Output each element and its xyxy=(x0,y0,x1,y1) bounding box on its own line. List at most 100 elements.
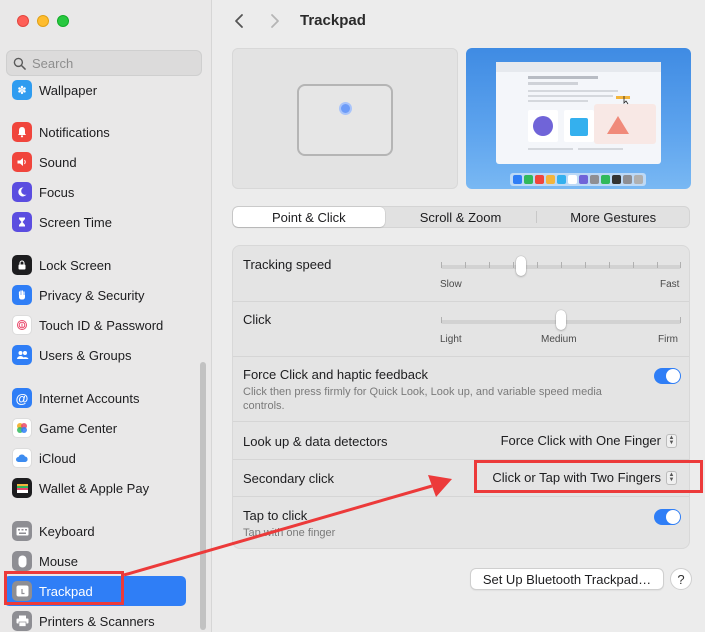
search-icon xyxy=(13,57,26,70)
sidebar-item-notifications[interactable]: Notifications xyxy=(4,117,186,147)
help-button[interactable]: ? xyxy=(670,568,692,590)
force-click-description: Click then press firmly for Quick Look, … xyxy=(243,386,602,412)
sidebar-item-icloud[interactable]: iCloud xyxy=(4,443,186,473)
bell-icon xyxy=(12,122,32,142)
slider-tick xyxy=(633,262,634,268)
moon-icon xyxy=(12,182,32,202)
at-icon: @ xyxy=(12,388,32,408)
slider-tick xyxy=(513,262,514,268)
slider-tick xyxy=(441,317,442,323)
sidebar-item-internet-accounts[interactable]: @ Internet Accounts xyxy=(4,383,186,413)
tap-to-click-label: Tap to click xyxy=(243,508,308,523)
game-center-icon xyxy=(12,418,32,438)
sidebar-item-label: iCloud xyxy=(39,450,76,466)
sidebar-item-users-groups[interactable]: Users & Groups xyxy=(4,340,186,370)
sidebar: ✽ Wallpaper Notifications Sound Focus xyxy=(0,0,212,632)
slider-tick xyxy=(561,262,562,268)
slider-light-label: Light xyxy=(440,334,462,345)
sidebar-list: ✽ Wallpaper Notifications Sound Focus Sc… xyxy=(0,78,200,632)
users-icon xyxy=(12,345,32,365)
divider xyxy=(233,301,689,302)
annotation-highlight-box xyxy=(474,460,703,493)
slider-tick xyxy=(441,262,442,268)
slider-tick xyxy=(585,262,586,268)
hourglass-icon xyxy=(12,212,32,232)
sidebar-item-label: Internet Accounts xyxy=(39,390,140,406)
zoom-window-button[interactable] xyxy=(57,15,69,27)
slider-tick xyxy=(657,262,658,268)
wallet-icon xyxy=(12,478,32,498)
sidebar-item-label: Wallpaper xyxy=(39,82,98,98)
tab-more-gestures[interactable]: More Gestures xyxy=(537,207,689,227)
secondary-click-label: Secondary click xyxy=(243,471,335,486)
tab-scroll-zoom[interactable]: Scroll & Zoom xyxy=(385,207,537,227)
slider-max-label: Fast xyxy=(660,279,680,290)
slider-tick xyxy=(680,262,681,268)
minimize-window-button[interactable] xyxy=(37,15,49,27)
forward-button[interactable] xyxy=(264,10,286,32)
sidebar-item-wallet[interactable]: Wallet & Apple Pay xyxy=(4,473,186,503)
desktop-preview-illustration xyxy=(496,62,661,186)
page-title: Trackpad xyxy=(300,12,366,29)
back-button[interactable] xyxy=(228,10,250,32)
window-controls xyxy=(17,15,69,27)
slider-medium-label: Medium xyxy=(541,334,577,345)
sidebar-item-printers[interactable]: Printers & Scanners xyxy=(4,606,186,632)
close-window-button[interactable] xyxy=(17,15,29,27)
fingerprint-icon xyxy=(12,315,32,335)
tap-to-click-toggle[interactable] xyxy=(654,509,681,525)
keyboard-icon xyxy=(12,521,32,541)
sidebar-item-label: Focus xyxy=(39,184,75,200)
search-input[interactable] xyxy=(32,55,192,71)
slider-tick xyxy=(609,262,610,268)
wallpaper-icon: ✽ xyxy=(12,80,32,100)
sidebar-item-sound[interactable]: Sound xyxy=(4,147,186,177)
sidebar-item-lock-screen[interactable]: Lock Screen xyxy=(4,250,186,280)
tracking-speed-knob[interactable] xyxy=(516,256,526,276)
sidebar-scrollbar[interactable] xyxy=(200,362,206,630)
speaker-icon xyxy=(12,152,32,172)
slider-tick xyxy=(537,262,538,268)
sidebar-item-game-center[interactable]: Game Center xyxy=(4,413,186,443)
slider-firm-label: Firm xyxy=(658,334,678,345)
sidebar-item-touch-id[interactable]: Touch ID & Password xyxy=(4,310,186,340)
look-up-value: Force Click with One Finger xyxy=(500,433,661,448)
slider-tick xyxy=(465,262,466,268)
chevron-right-icon xyxy=(271,14,279,28)
slider-min-label: Slow xyxy=(440,279,462,290)
sidebar-item-label: Sound xyxy=(39,154,77,170)
sidebar-item-screen-time[interactable]: Screen Time xyxy=(4,207,186,237)
search-field[interactable] xyxy=(6,50,202,76)
lock-icon xyxy=(12,255,32,275)
tab-point-click[interactable]: Point & Click xyxy=(233,207,385,227)
force-click-toggle[interactable] xyxy=(654,368,681,384)
trackpad-preview xyxy=(232,48,458,189)
slider-tick xyxy=(489,262,490,268)
slider-tick xyxy=(680,317,681,323)
mouse-icon xyxy=(12,551,32,571)
sidebar-item-label: Privacy & Security xyxy=(39,287,145,303)
sidebar-item-label: Keyboard xyxy=(39,523,95,539)
divider xyxy=(233,496,689,497)
click-label: Click xyxy=(243,312,272,327)
look-up-label: Look up & data detectors xyxy=(243,434,388,449)
click-pressure-knob[interactable] xyxy=(556,310,566,330)
force-click-label: Force Click and haptic feedback xyxy=(243,367,428,382)
sidebar-item-focus[interactable]: Focus xyxy=(4,177,186,207)
setup-bluetooth-trackpad-button[interactable]: Set Up Bluetooth Trackpad… xyxy=(470,568,664,590)
sidebar-item-label: Game Center xyxy=(39,420,118,436)
sidebar-item-label: Notifications xyxy=(39,124,110,140)
chevron-updown-icon: ▲ ▼ xyxy=(666,433,677,448)
sidebar-item-keyboard[interactable]: Keyboard xyxy=(4,516,186,546)
finger-dot xyxy=(339,102,352,115)
sidebar-item-wallpaper[interactable]: ✽ Wallpaper xyxy=(4,78,186,105)
look-up-popup[interactable]: Force Click with One Finger ▲ ▼ xyxy=(501,433,677,448)
sidebar-item-label: Lock Screen xyxy=(39,257,112,273)
hand-icon xyxy=(12,285,32,305)
cloud-icon xyxy=(12,448,32,468)
sidebar-item-privacy-security[interactable]: Privacy & Security xyxy=(4,280,186,310)
sidebar-item-label: Touch ID & Password xyxy=(39,317,164,333)
gesture-preview-video xyxy=(466,48,691,189)
annotation-trackpad-box xyxy=(4,571,124,605)
divider xyxy=(233,356,689,357)
